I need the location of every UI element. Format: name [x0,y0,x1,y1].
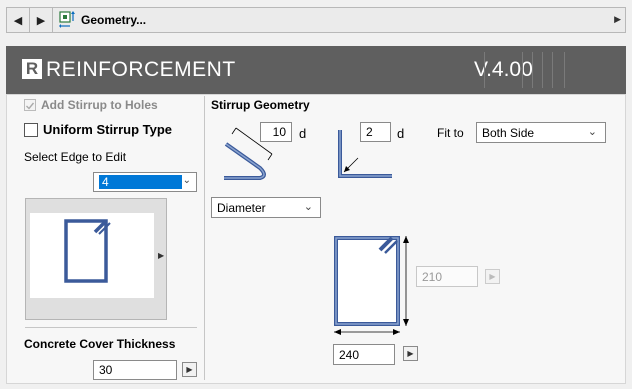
header-banner: R REINFORCEMENT V.4.00 [6,46,626,94]
uniform-stirrup-checkbox[interactable] [24,123,38,137]
width-button[interactable]: ▶ [403,346,418,361]
checkmark-icon [26,102,35,110]
uniform-stirrup-label: Uniform Stirrup Type [43,122,173,137]
stirrup-preview-icon [64,219,111,283]
fit-to-label: Fit to [437,126,464,140]
corner-radius-unit: d [397,126,405,141]
logo: R [22,59,42,79]
right-arrow-icon: ▶ [489,272,496,281]
right-arrow-icon: ▶ [36,14,46,27]
toolbar-title: Geometry... [81,13,147,27]
stirrup-geometry-heading: Stirrup Geometry [211,98,310,112]
width-field[interactable]: 240 [333,344,395,365]
chevron-down-icon: ⌄ [303,201,313,213]
left-arrow-icon: ◀ [13,14,23,27]
diameter-select-value: Diameter [217,200,266,215]
stirrup-dimension-icon [334,236,409,335]
divider [564,52,565,88]
corner-radius-field[interactable]: 2 [360,122,391,142]
toolbar-menu-button[interactable]: ▶ [614,14,621,25]
geometry-icon [59,11,77,29]
cover-thickness-label: Concrete Cover Thickness [24,337,176,351]
edge-preview[interactable]: ▶ [25,198,167,320]
edge-select-value: 4 [99,175,182,189]
cover-thickness-button[interactable]: ▶ [182,362,197,377]
height-button[interactable]: ▶ [485,269,500,284]
diameter-select[interactable]: Diameter ⌄ [211,197,321,218]
hook-length-field[interactable]: 10 [260,122,292,142]
divider [25,327,197,328]
fit-to-value: Both Side [482,125,535,140]
divider [542,52,543,88]
right-arrow-icon: ▶ [614,14,621,24]
chevron-down-icon: ⌄ [587,126,597,138]
hook-length-unit: d [299,126,307,141]
fit-to-select[interactable]: Both Side ⌄ [476,122,606,143]
toolbar: ◀ ▶ Geometry... ▶ [6,7,626,33]
version-label: V.4.00 [474,58,533,81]
right-arrow-icon: ▶ [186,365,193,374]
add-stirrup-checkbox[interactable] [24,99,36,111]
forward-button[interactable]: ▶ [30,8,53,32]
edge-select[interactable]: 4 ⌄ [93,172,197,192]
divider [552,52,553,88]
divider [484,52,485,88]
chevron-down-icon: ⌄ [182,175,191,186]
right-arrow-icon: ▶ [158,251,165,260]
divider [204,96,205,380]
add-stirrup-label: Add Stirrup to Holes [41,98,158,112]
height-field[interactable]: 210 [416,266,478,287]
divider [532,52,533,88]
select-edge-label: Select Edge to Edit [24,150,127,164]
app-title: REINFORCEMENT [46,58,236,81]
back-button[interactable]: ◀ [7,8,30,32]
divider [522,52,523,88]
right-arrow-icon: ▶ [407,349,414,358]
cover-thickness-field[interactable]: 30 [93,360,177,380]
